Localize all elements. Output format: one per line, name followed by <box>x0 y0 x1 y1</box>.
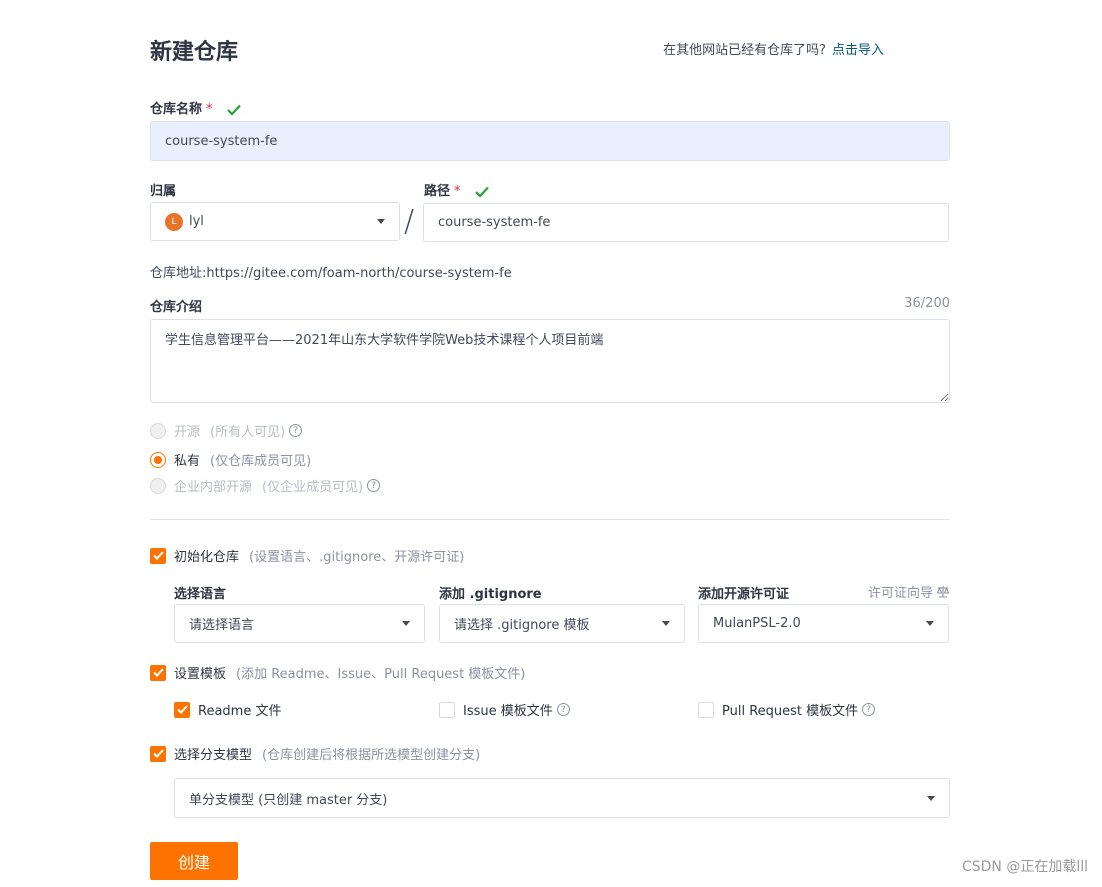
init-repo-checkbox[interactable] <box>150 547 166 564</box>
readme-checkbox[interactable] <box>174 701 190 718</box>
templates-hint: (添加 Readme、Issue、Pull Request 模板文件) <box>236 667 526 682</box>
readme-checkbox-row[interactable]: Readme 文件 <box>174 700 281 719</box>
visibility-enterprise-label: 企业内部开源 <box>174 480 253 495</box>
issue-checkbox[interactable] <box>439 701 455 718</box>
language-label: 选择语言 <box>174 587 227 602</box>
issue-label: Issue 模板文件 <box>463 704 553 719</box>
gitignore-value: 请选择 .gitignore 模板 <box>454 618 590 633</box>
gitignore-select[interactable]: 请选择 .gitignore 模板 <box>439 604 685 643</box>
branch-model-value: 单分支模型 (只创建 master 分支) <box>189 792 388 808</box>
repo-name-label-text: 仓库名称 <box>150 102 203 117</box>
gitignore-label: 添加 .gitignore <box>439 587 542 602</box>
check-icon <box>227 104 241 116</box>
create-button[interactable]: 创建 <box>150 842 238 880</box>
intro-label: 仓库介绍 <box>150 300 203 315</box>
owner-select[interactable]: L lyl <box>150 202 400 241</box>
help-icon[interactable]: ? <box>289 424 303 437</box>
repo-name-value: course-system-fe <box>165 133 278 149</box>
watermark: CSDN @正在加载lll <box>961 859 1088 875</box>
intro-counter: 36/200 <box>904 296 950 311</box>
help-icon[interactable]: ? <box>862 703 876 716</box>
import-question: 在其他网站已经有仓库了吗? <box>663 43 826 58</box>
branch-model-checkbox-row[interactable]: 选择分支模型 (仓库创建后将根据所选模型创建分支) <box>150 744 480 763</box>
required-mark: * <box>454 184 461 199</box>
readme-label: Readme 文件 <box>198 704 282 719</box>
page-title: 新建仓库 <box>150 40 239 65</box>
owner-value: lyl <box>189 214 204 229</box>
templates-label: 设置模板 <box>174 667 227 682</box>
visibility-open-hint: (所有人可见) <box>210 425 286 440</box>
issue-checkbox-row[interactable]: Issue 模板文件 ? <box>439 700 570 719</box>
avatar: L <box>165 212 183 231</box>
language-select[interactable]: 请选择语言 <box>174 604 425 643</box>
branch-model-label: 选择分支模型 <box>174 748 253 763</box>
scale-icon <box>936 585 950 598</box>
path-separator: / <box>404 204 415 239</box>
repo-url-value: https://gitee.com/foam-north/course-syst… <box>206 266 512 281</box>
templates-checkbox-row[interactable]: 设置模板 (添加 Readme、Issue、Pull Request 模板文件) <box>150 663 525 682</box>
path-input[interactable]: course-system-fe <box>423 203 949 242</box>
repo-url-label: 仓库地址: <box>150 266 207 281</box>
check-icon <box>475 186 489 198</box>
pr-checkbox[interactable] <box>698 701 714 718</box>
owner-selected: L lyl <box>165 212 204 231</box>
repo-name-label: 仓库名称 * <box>150 98 241 117</box>
visibility-open[interactable]: 开源 (所有人可见) ? <box>150 421 303 440</box>
chevron-down-icon <box>926 621 934 626</box>
license-guide-link[interactable]: 许可证向导 <box>868 582 950 601</box>
radio-open[interactable] <box>150 422 166 439</box>
branch-model-checkbox[interactable] <box>150 745 166 762</box>
visibility-private-label: 私有 <box>174 454 201 469</box>
repo-name-input[interactable]: course-system-fe <box>150 121 950 161</box>
path-value: course-system-fe <box>438 215 551 230</box>
license-guide-text: 许可证向导 <box>867 586 933 601</box>
language-value: 请选择语言 <box>189 618 255 633</box>
required-mark: * <box>206 102 213 117</box>
branch-model-select[interactable]: 单分支模型 (只创建 master 分支) <box>174 778 950 818</box>
init-repo-checkbox-row[interactable]: 初始化仓库 (设置语言、.gitignore、开源许可证) <box>150 546 464 565</box>
init-repo-label: 初始化仓库 <box>174 550 240 565</box>
license-value: MulanPSL-2.0 <box>713 616 801 631</box>
init-repo-hint: (设置语言、.gitignore、开源许可证) <box>249 550 465 565</box>
radio-enterprise[interactable] <box>150 477 166 494</box>
visibility-open-label: 开源 <box>174 425 201 440</box>
divider <box>150 519 950 520</box>
help-icon[interactable]: ? <box>367 479 381 492</box>
chevron-down-icon <box>662 621 670 626</box>
license-select[interactable]: MulanPSL-2.0 <box>698 604 949 643</box>
visibility-private[interactable]: 私有 (仅仓库成员可见) <box>150 450 311 469</box>
owner-label: 归属 <box>150 184 177 199</box>
branch-model-hint: (仓库创建后将根据所选模型创建分支) <box>262 748 481 763</box>
chevron-down-icon <box>402 621 410 626</box>
path-label: 路径 * <box>424 180 489 199</box>
import-link[interactable]: 点击导入 <box>832 43 884 58</box>
chevron-down-icon <box>927 795 935 801</box>
intro-textarea[interactable]: 学生信息管理平台——2021年山东大学软件学院Web技术课程个人项目前端 <box>150 319 950 403</box>
license-label: 添加开源许可证 <box>698 587 790 602</box>
repo-url: 仓库地址:https://gitee.com/foam-north/course… <box>150 262 512 281</box>
chevron-down-icon <box>377 219 385 224</box>
pr-checkbox-row[interactable]: Pull Request 模板文件 ? <box>698 700 876 719</box>
pr-label: Pull Request 模板文件 <box>722 704 859 719</box>
visibility-private-hint: (仅仓库成员可见) <box>210 454 312 469</box>
help-icon[interactable]: ? <box>556 703 570 716</box>
visibility-enterprise[interactable]: 企业内部开源 (仅企业成员可见) ? <box>150 476 381 495</box>
path-label-text: 路径 <box>424 184 451 199</box>
radio-private[interactable] <box>150 451 166 468</box>
import-prompt: 在其他网站已经有仓库了吗? 点击导入 <box>663 39 884 58</box>
templates-checkbox[interactable] <box>150 664 166 681</box>
visibility-enterprise-hint: (仅企业成员可见) <box>262 480 364 495</box>
